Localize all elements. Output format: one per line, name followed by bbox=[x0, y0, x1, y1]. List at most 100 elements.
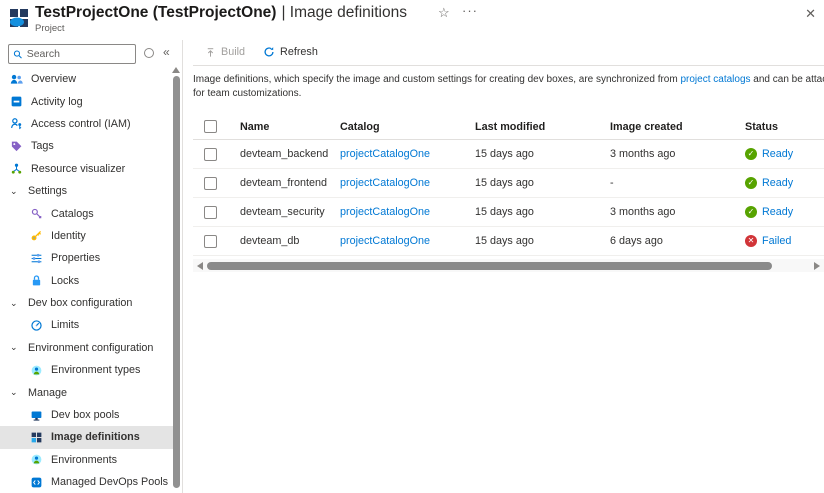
sidebar-item-label: Overview bbox=[31, 73, 76, 85]
status-success-icon bbox=[745, 148, 757, 160]
project-catalogs-link[interactable]: project catalogs bbox=[680, 74, 750, 85]
sidebar-item-label: Managed DevOps Pools bbox=[51, 476, 168, 488]
row-checkbox[interactable] bbox=[204, 148, 217, 161]
catalog-link[interactable]: projectCatalogOne bbox=[340, 206, 430, 218]
image-definitions-icon bbox=[30, 431, 43, 444]
table-row[interactable]: devteam_frontend projectCatalogOne 15 da… bbox=[193, 169, 824, 198]
sidebar-search-box[interactable] bbox=[8, 44, 136, 64]
cell-last-modified: 15 days ago bbox=[475, 235, 610, 247]
access-control-icon bbox=[10, 117, 23, 130]
sidebar-item-label: Image definitions bbox=[51, 431, 140, 443]
table-row[interactable]: devteam_security projectCatalogOne 15 da… bbox=[193, 198, 824, 227]
lock-icon bbox=[30, 274, 43, 287]
blade-name: | Image definitions bbox=[281, 4, 407, 21]
resource-visualizer-icon bbox=[10, 162, 23, 175]
sidebar-group-label: Settings bbox=[28, 185, 67, 197]
page-title: TestProjectOne (TestProjectOne) | Image d… bbox=[35, 4, 407, 22]
row-checkbox[interactable] bbox=[204, 177, 217, 190]
command-bar: Build Refresh bbox=[193, 40, 824, 64]
sidebar-item-overview[interactable]: Overview bbox=[0, 68, 174, 90]
status-link[interactable]: Ready bbox=[762, 206, 793, 218]
catalog-link[interactable]: projectCatalogOne bbox=[340, 177, 430, 189]
sidebar-item-image-definitions[interactable]: Image definitions bbox=[0, 426, 174, 448]
sidebar-item-label: Resource visualizer bbox=[31, 163, 125, 175]
sidebar-scrollbar[interactable] bbox=[172, 67, 180, 493]
column-header-last-modified[interactable]: Last modified bbox=[475, 121, 610, 133]
sidebar-item-label: Activity log bbox=[31, 96, 83, 108]
refresh-button[interactable]: Refresh bbox=[263, 46, 318, 58]
column-header-name[interactable]: Name bbox=[240, 121, 340, 133]
chevron-down-icon: ⌄ bbox=[10, 186, 21, 197]
cell-image-created: 3 months ago bbox=[610, 148, 745, 160]
sidebar-item-environments[interactable]: Environments bbox=[0, 449, 174, 471]
build-button-label: Build bbox=[221, 46, 245, 58]
sidebar-group-dev-box-configuration[interactable]: ⌄ Dev box configuration bbox=[0, 292, 174, 314]
sidebar-item-catalogs[interactable]: Catalogs bbox=[0, 202, 174, 224]
sidebar-item-label: Tags bbox=[31, 140, 54, 152]
favorite-star-icon[interactable]: ☆ bbox=[438, 5, 450, 21]
table-row[interactable]: devteam_backend projectCatalogOne 15 day… bbox=[193, 140, 824, 169]
sidebar-item-label: Locks bbox=[51, 275, 79, 287]
catalogs-icon bbox=[30, 207, 43, 220]
more-options-icon[interactable]: ··· bbox=[462, 3, 478, 18]
status-link[interactable]: Failed bbox=[762, 235, 791, 247]
sidebar-item-identity[interactable]: Identity bbox=[0, 225, 174, 247]
close-icon[interactable]: ✕ bbox=[805, 6, 816, 22]
table-horizontal-scrollbar[interactable] bbox=[193, 259, 824, 272]
sidebar-item-activity-log[interactable]: Activity log bbox=[0, 90, 174, 112]
status-success-icon bbox=[745, 206, 757, 218]
properties-icon bbox=[30, 252, 43, 265]
build-button[interactable]: Build bbox=[205, 46, 245, 58]
sidebar-item-managed-devops-pools[interactable]: Managed DevOps Pools bbox=[0, 471, 174, 493]
chevron-down-icon: ⌄ bbox=[10, 298, 21, 309]
cell-last-modified: 15 days ago bbox=[475, 177, 610, 189]
sidebar-scrollbar-thumb[interactable] bbox=[173, 76, 180, 488]
row-checkbox[interactable] bbox=[204, 206, 217, 219]
table-header-row: Name Catalog Last modified Image created… bbox=[193, 114, 824, 140]
environments-icon bbox=[30, 453, 43, 466]
cell-image-created: 6 days ago bbox=[610, 235, 745, 247]
status-success-icon bbox=[745, 177, 757, 189]
horizontal-scrollbar-thumb[interactable] bbox=[207, 262, 772, 270]
catalog-link[interactable]: projectCatalogOne bbox=[340, 235, 430, 247]
dev-box-pools-icon bbox=[30, 409, 43, 422]
sidebar-group-environment-configuration[interactable]: ⌄ Environment configuration bbox=[0, 337, 174, 359]
search-input[interactable] bbox=[27, 48, 131, 60]
cell-last-modified: 15 days ago bbox=[475, 148, 610, 160]
cell-name: devteam_backend bbox=[240, 148, 340, 160]
status-link[interactable]: Ready bbox=[762, 177, 793, 189]
sidebar-item-limits[interactable]: Limits bbox=[0, 314, 174, 336]
status-link[interactable]: Ready bbox=[762, 148, 793, 160]
cell-name: devteam_db bbox=[240, 235, 340, 247]
sidebar-item-environment-types[interactable]: Environment types bbox=[0, 359, 174, 381]
sidebar-item-locks[interactable]: Locks bbox=[0, 270, 174, 292]
page-header: TestProjectOne (TestProjectOne) | Image d… bbox=[0, 0, 824, 40]
sidebar-item-label: Environments bbox=[51, 454, 117, 466]
column-header-status[interactable]: Status bbox=[745, 121, 824, 133]
resource-name: TestProjectOne (TestProjectOne) bbox=[35, 4, 276, 21]
search-options-icon[interactable] bbox=[144, 48, 154, 58]
catalog-link[interactable]: projectCatalogOne bbox=[340, 148, 430, 160]
sidebar-group-settings[interactable]: ⌄ Settings bbox=[0, 180, 174, 202]
description-text: Image definitions, which specify the ima… bbox=[193, 74, 680, 85]
sidebar-item-dev-box-pools[interactable]: Dev box pools bbox=[0, 404, 174, 426]
scroll-left-arrow-icon[interactable] bbox=[197, 262, 203, 270]
table-row[interactable]: devteam_db projectCatalogOne 15 days ago… bbox=[193, 227, 824, 256]
column-header-catalog[interactable]: Catalog bbox=[340, 121, 475, 133]
row-checkbox[interactable] bbox=[204, 235, 217, 248]
sidebar-item-resource-visualizer[interactable]: Resource visualizer bbox=[0, 158, 174, 180]
sidebar-item-label: Environment types bbox=[51, 364, 140, 376]
scroll-up-arrow-icon[interactable] bbox=[172, 67, 180, 73]
collapse-menu-icon[interactable]: « bbox=[163, 45, 170, 59]
sidebar-menu: Overview Activity log Access control (IA… bbox=[0, 68, 174, 493]
sidebar-group-manage[interactable]: ⌄ Manage bbox=[0, 381, 174, 403]
sidebar-item-label: Dev box pools bbox=[51, 409, 119, 421]
limits-gauge-icon bbox=[30, 319, 43, 332]
column-header-image-created[interactable]: Image created bbox=[610, 121, 745, 133]
sidebar-item-tags[interactable]: Tags bbox=[0, 135, 174, 157]
scroll-right-arrow-icon[interactable] bbox=[814, 262, 820, 270]
sidebar-item-access-control[interactable]: Access control (IAM) bbox=[0, 113, 174, 135]
sidebar-item-properties[interactable]: Properties bbox=[0, 247, 174, 269]
refresh-icon bbox=[263, 46, 275, 58]
select-all-checkbox[interactable] bbox=[204, 120, 217, 133]
